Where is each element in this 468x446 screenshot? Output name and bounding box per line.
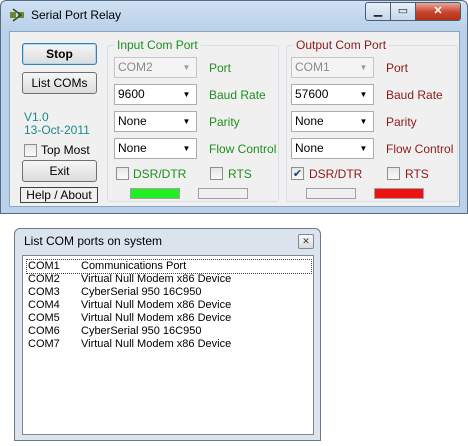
output-baud-label: Baud Rate [386, 88, 443, 102]
list-window-title: List COM ports on system [24, 234, 163, 248]
close-icon: ✕ [433, 5, 443, 17]
port-name: COM2 [28, 273, 60, 285]
output-port-select[interactable]: COM1 ▼ [291, 57, 374, 78]
output-activity-indicator [306, 188, 356, 199]
input-port-title: Input Com Port [114, 38, 201, 52]
minimize-button[interactable]: ▁ [365, 2, 391, 21]
list-com-window: List COM ports on system ✕ COM1 Communica… [14, 228, 321, 441]
serial-relay-icon [10, 8, 24, 22]
com-port-list[interactable]: COM1 Communications Port COM2 Virtual Null … [22, 255, 314, 435]
output-rts-label: RTS [405, 167, 429, 181]
window-title: Serial Port Relay [31, 8, 122, 22]
version-date: 13-Oct-2011 [24, 123, 90, 137]
output-dsr-dtr-label: DSR/DTR [309, 167, 363, 181]
input-parity-label: Parity [209, 115, 240, 129]
list-item[interactable]: COM5 Virtual Null Modem x86 Device [27, 312, 311, 325]
list-item[interactable]: COM3 CyberSerial 950 16C950 [27, 286, 311, 299]
output-baud-select[interactable]: 57600 ▼ [291, 84, 374, 105]
input-port-select[interactable]: COM2 ▼ [114, 57, 197, 78]
input-activity-indicator [198, 188, 248, 199]
list-item[interactable]: COM4 Virtual Null Modem x86 Device [27, 299, 311, 312]
chevron-down-icon: ▼ [359, 117, 368, 126]
help-about-button[interactable]: Help / About [20, 187, 98, 203]
maximize-icon: ▭ [397, 5, 409, 17]
output-port-label: Port [386, 61, 409, 75]
output-dsr-dtr-checkbox[interactable]: ✔ [291, 167, 304, 180]
chevron-down-icon: ▼ [182, 144, 191, 153]
minimize-icon: ▁ [373, 5, 383, 17]
input-baud-select[interactable]: 9600 ▼ [114, 84, 197, 105]
output-port-title: Output Com Port [293, 38, 390, 52]
input-parity-value: None [118, 114, 147, 128]
list-item[interactable]: COM2 Virtual Null Modem x86 Device [27, 273, 311, 286]
output-port-value: COM1 [295, 60, 330, 74]
output-parity-select[interactable]: None ▼ [291, 111, 374, 132]
port-name: COM5 [28, 312, 60, 324]
top-most-label: Top Most [41, 143, 90, 157]
input-flow-label: Flow Control [209, 142, 277, 156]
chevron-down-icon: ▼ [182, 90, 191, 99]
chevron-down-icon: ▼ [182, 117, 191, 126]
output-rts-checkbox[interactable] [387, 167, 400, 180]
output-status-indicator [374, 188, 424, 199]
port-description: Communications Port [81, 260, 187, 272]
title-bar[interactable]: Serial Port Relay ▁ ▭ ✕ [1, 1, 467, 29]
exit-button[interactable]: Exit [22, 160, 97, 182]
input-rts-label: RTS [228, 167, 252, 181]
version-info: V1.0 13-Oct-2011 [24, 111, 90, 137]
port-description: Virtual Null Modem x86 Device [81, 299, 232, 311]
input-flow-select[interactable]: None ▼ [114, 138, 197, 159]
port-name: COM1 [28, 260, 60, 272]
port-name: COM6 [28, 325, 60, 337]
port-description: CyberSerial 950 16C950 [81, 286, 202, 298]
input-status-indicator [130, 188, 180, 199]
chevron-down-icon: ▼ [359, 144, 368, 153]
input-dsr-dtr-checkbox[interactable] [116, 167, 129, 180]
input-flow-value: None [118, 141, 147, 155]
chevron-down-icon: ▼ [182, 63, 191, 72]
input-baud-label: Baud Rate [209, 88, 266, 102]
port-description: CyberSerial 950 16C950 [81, 325, 202, 337]
checkmark-icon: ✔ [292, 168, 303, 180]
port-name: COM4 [28, 299, 60, 311]
input-port-label: Port [209, 61, 232, 75]
port-name: COM7 [28, 338, 60, 350]
main-client-area: Stop List COMs V1.0 13-Oct-2011 Top Most… [9, 31, 460, 207]
port-description: Virtual Null Modem x86 Device [81, 338, 232, 350]
chevron-down-icon: ▼ [359, 90, 368, 99]
output-parity-label: Parity [386, 115, 417, 129]
output-flow-select[interactable]: None ▼ [291, 138, 374, 159]
input-rts-checkbox[interactable] [210, 167, 223, 180]
output-flow-label: Flow Control [386, 142, 454, 156]
close-icon: ✕ [302, 236, 310, 246]
list-coms-button[interactable]: List COMs [22, 72, 97, 94]
top-most-checkbox[interactable] [24, 144, 37, 157]
output-parity-value: None [295, 114, 324, 128]
list-item[interactable]: COM6 CyberSerial 950 16C950 [27, 325, 311, 338]
input-dsr-dtr-label: DSR/DTR [133, 167, 187, 181]
input-port-value: COM2 [118, 60, 153, 74]
input-parity-select[interactable]: None ▼ [114, 111, 197, 132]
maximize-button[interactable]: ▭ [390, 2, 416, 21]
output-flow-value: None [295, 141, 324, 155]
port-description: Virtual Null Modem x86 Device [81, 273, 232, 285]
port-name: COM3 [28, 286, 60, 298]
list-item[interactable]: COM7 Virtual Null Modem x86 Device [27, 338, 311, 351]
close-button[interactable]: ✕ [415, 2, 461, 21]
input-baud-value: 9600 [118, 87, 145, 101]
output-baud-value: 57600 [295, 87, 329, 101]
main-window: Serial Port Relay ▁ ▭ ✕ Stop List COMs V… [0, 0, 468, 214]
list-close-button[interactable]: ✕ [298, 234, 314, 249]
port-description: Virtual Null Modem x86 Device [81, 312, 232, 324]
stop-button[interactable]: Stop [22, 43, 97, 65]
chevron-down-icon: ▼ [359, 63, 368, 72]
list-item[interactable]: COM1 Communications Port [26, 259, 312, 274]
